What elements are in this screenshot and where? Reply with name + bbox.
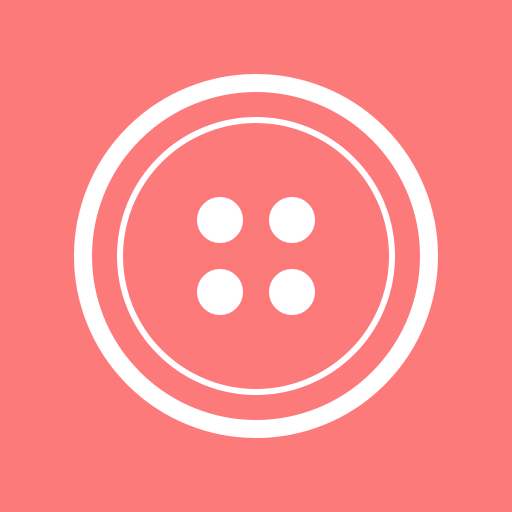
button-hole (269, 197, 315, 243)
button-hole (269, 269, 315, 315)
sewing-button-icon (0, 0, 512, 512)
app-icon (0, 0, 512, 512)
button-hole (197, 197, 243, 243)
button-hole (197, 269, 243, 315)
